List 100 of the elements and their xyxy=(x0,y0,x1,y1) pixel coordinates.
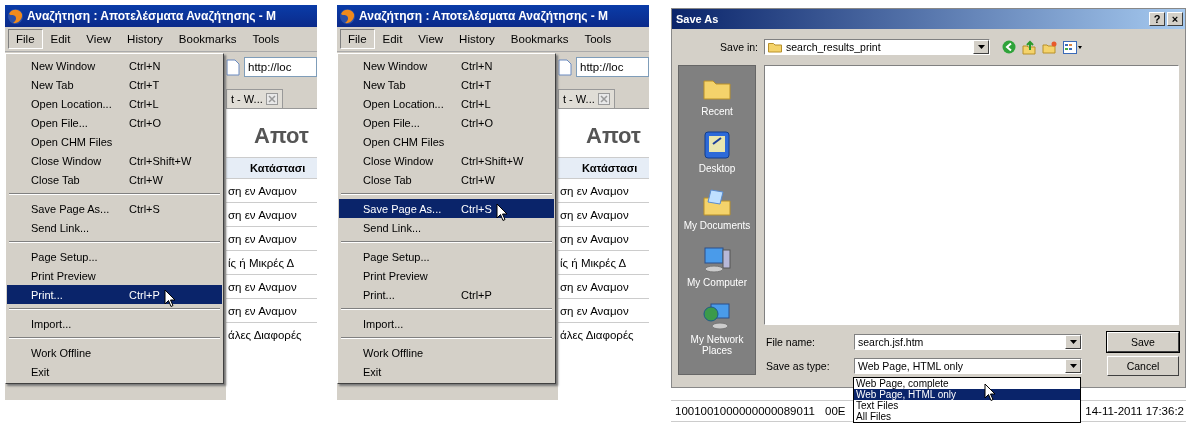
place-label[interactable]: Recent xyxy=(682,106,752,117)
menu-item[interactable]: Open CHM Files xyxy=(7,132,222,151)
table-cell: ση εν Αναμον xyxy=(226,202,317,226)
table-cell-text: 00E xyxy=(824,405,847,417)
place-label[interactable]: My Network Places xyxy=(682,334,752,356)
file-type-option[interactable]: Web Page, complete xyxy=(854,378,1080,389)
table-cell: ση εν Αναμον xyxy=(226,274,317,298)
table-cell: ση εν Αναμον xyxy=(226,178,317,202)
close-button[interactable]: × xyxy=(1167,12,1183,26)
dropdown-button[interactable] xyxy=(1065,359,1081,373)
file-name-field[interactable]: search.jsf.htm xyxy=(854,334,1082,350)
save-as-type-label: Save as type: xyxy=(765,360,831,372)
menu-item[interactable]: Print... Ctrl+P xyxy=(7,285,222,304)
menu-bar-item[interactable]: Edit xyxy=(42,29,79,49)
menu-item[interactable]: Page Setup... xyxy=(7,247,222,266)
table-cell: ση εν Αναμον xyxy=(558,202,649,226)
menu-item[interactable]: Close Window Ctrl+Shift+W xyxy=(339,151,554,170)
menu-item[interactable]: Page Setup... xyxy=(339,247,554,266)
file-type-option[interactable]: All Files xyxy=(854,411,1080,422)
up-folder-icon[interactable] xyxy=(1022,39,1036,55)
browser-tab[interactable]: t - W... xyxy=(226,89,283,108)
menu-bar-item[interactable]: Bookmarks xyxy=(170,29,245,49)
menu-item[interactable]: Close Tab Ctrl+W xyxy=(7,170,222,189)
close-icon[interactable] xyxy=(265,93,278,105)
menu-item[interactable]: Exit xyxy=(7,362,222,381)
dialog-title: Save As xyxy=(676,13,719,25)
menu-item[interactable]: Print... Ctrl+P xyxy=(339,285,554,304)
place-label[interactable]: My Computer xyxy=(682,277,752,288)
menu-item[interactable]: Print Preview xyxy=(7,266,222,285)
close-icon[interactable] xyxy=(597,93,610,105)
network-place-icon[interactable] xyxy=(701,300,733,332)
folder-icon xyxy=(768,41,782,53)
dropdown-button[interactable] xyxy=(1065,335,1081,349)
menu-item[interactable]: Save Page As... Ctrl+S xyxy=(7,199,222,218)
address-field[interactable]: http://loc xyxy=(244,57,317,77)
browser-logo-icon xyxy=(7,7,24,25)
caret-icon xyxy=(1069,364,1077,368)
address-field[interactable]: http://loc xyxy=(576,57,649,77)
help-button[interactable]: ? xyxy=(1149,12,1165,26)
menu-item[interactable]: Work Offline xyxy=(339,343,554,362)
menu-item[interactable]: Open CHM Files xyxy=(339,132,554,151)
file-type-option[interactable]: Text Files xyxy=(854,400,1080,411)
menu-item[interactable]: Exit xyxy=(339,362,554,381)
place-label[interactable]: Desktop xyxy=(682,163,752,174)
menu-bar-item[interactable]: Bookmarks xyxy=(502,29,577,49)
cancel-button[interactable]: Cancel xyxy=(1107,356,1179,376)
menu-item[interactable]: Work Offline xyxy=(7,343,222,362)
caret-icon xyxy=(977,45,985,49)
menu-item[interactable]: Import... xyxy=(7,314,222,333)
mouse-pointer-icon xyxy=(495,203,508,222)
column-header: Κατάστασι xyxy=(226,157,317,178)
table-cell-text: 1001001000000000089011 xyxy=(674,405,816,417)
menu-item[interactable]: Close Tab Ctrl+W xyxy=(339,170,554,189)
page-heading: Αποτ xyxy=(585,122,642,150)
menu-item[interactable]: Print Preview xyxy=(339,266,554,285)
menu-item[interactable]: New Window Ctrl+N xyxy=(7,56,222,75)
new-folder-icon[interactable] xyxy=(1042,40,1057,54)
menu-bar-item[interactable]: Tools xyxy=(576,29,620,49)
page-heading: Αποτ xyxy=(253,122,310,150)
menu-item[interactable]: Send Link... xyxy=(7,218,222,237)
menu-item[interactable]: Open Location... Ctrl+L xyxy=(7,94,222,113)
menu-item[interactable]: Send Link... xyxy=(339,218,554,237)
dropdown-button[interactable] xyxy=(973,40,989,54)
file-name-label: File name: xyxy=(765,336,817,348)
menu-bar-item[interactable]: History xyxy=(119,29,171,49)
menu-bar-item[interactable]: File xyxy=(8,29,43,49)
menu-bar-item[interactable]: File xyxy=(340,29,375,49)
back-icon[interactable] xyxy=(1002,40,1016,54)
menu-item[interactable]: New Tab Ctrl+T xyxy=(7,75,222,94)
save-button[interactable]: Save xyxy=(1107,332,1179,352)
views-icon[interactable] xyxy=(1063,40,1083,54)
table-cell: ση εν Αναμον xyxy=(558,298,649,322)
browser-tab[interactable]: t - W... xyxy=(558,89,615,108)
desktop-place-icon[interactable] xyxy=(701,129,733,161)
menu-bar-item[interactable]: History xyxy=(451,29,503,49)
save-as-type-dropdown[interactable]: Web Page, HTML only xyxy=(854,358,1082,374)
menu-bar-item[interactable]: View xyxy=(78,29,120,49)
table-cell: ση εν Αναμον xyxy=(558,274,649,298)
column-header: Κατάστασι xyxy=(558,157,649,178)
page-icon xyxy=(558,58,572,76)
save-in-dropdown[interactable]: search_results_print xyxy=(764,39,990,55)
page-icon xyxy=(226,58,240,76)
menu-bar-item[interactable]: View xyxy=(410,29,452,49)
browser-logo-icon xyxy=(339,7,356,25)
menu-item[interactable]: Import... xyxy=(339,314,554,333)
menu-item[interactable]: New Tab Ctrl+T xyxy=(339,75,554,94)
menu-item[interactable]: Open File... Ctrl+O xyxy=(339,113,554,132)
place-label[interactable]: My Documents xyxy=(682,220,752,231)
menu-bar-item[interactable]: Tools xyxy=(244,29,288,49)
mouse-pointer-icon xyxy=(163,289,176,308)
menu-bar-item[interactable]: Edit xyxy=(374,29,411,49)
menu-item[interactable]: Save Page As... Ctrl+S xyxy=(339,199,554,218)
menu-item[interactable]: Close Window Ctrl+Shift+W xyxy=(7,151,222,170)
window-title: Αναζήτηση : Αποτελέσματα Αναζήτησης - M xyxy=(27,9,277,23)
table-cell: ίς ή Μικρές Δ xyxy=(558,250,649,274)
menu-item[interactable]: Open File... Ctrl+O xyxy=(7,113,222,132)
window-title: Αναζήτηση : Αποτελέσματα Αναζήτησης - M xyxy=(359,9,609,23)
menu-item[interactable]: New Window Ctrl+N xyxy=(339,56,554,75)
menu-item[interactable]: Open Location... Ctrl+L xyxy=(339,94,554,113)
documents-place-icon[interactable] xyxy=(701,186,733,218)
